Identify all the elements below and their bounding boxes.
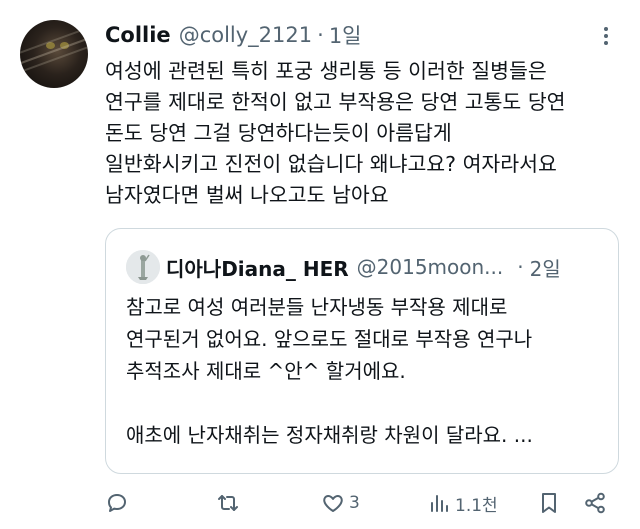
like-button[interactable]: 3 <box>321 488 360 518</box>
views-icon <box>431 495 448 512</box>
avatar[interactable] <box>20 20 88 88</box>
tweet-text-line: 남자였다면 벌써 나오고도 남아요 <box>105 183 389 207</box>
action-bar: 3 1.1천 <box>105 488 620 518</box>
reply-icon <box>108 494 126 512</box>
separator-dot: · <box>517 255 524 279</box>
user-handle[interactable]: @colly_2121 <box>179 23 312 47</box>
quoted-tweet[interactable]: 디아나Diana_ HER @2015moon... · 2일 참고로 여성 여… <box>105 228 619 474</box>
quoted-text-line: 추적조사 제대로 ^안^ 할거에요. <box>126 359 406 383</box>
quoted-text-line: 참고로 여성 여러분들 난자냉동 부작용 제대로 <box>126 295 508 319</box>
display-name[interactable]: Collie <box>105 23 171 47</box>
quoted-user-handle: @2015moon... <box>356 255 504 279</box>
bookmark-button[interactable] <box>537 488 561 518</box>
more-options-icon[interactable] <box>598 24 614 48</box>
quoted-avatar <box>126 250 160 284</box>
tweet-text-line: 일반화시키고 진전이 없습니다 왜냐고요? 여자라서요 <box>105 152 557 176</box>
quoted-text-line: 연구된거 없어요. 앞으로도 절대로 부작용 연구나 <box>126 327 533 351</box>
quoted-header: 디아나Diana_ HER @2015moon... · 2일 <box>166 250 606 284</box>
quoted-display-name: 디아나Diana_ HER <box>166 256 349 281</box>
tweet-text-line: 여성에 관련된 특히 포궁 생리통 등 이러한 질병들은 <box>105 59 547 83</box>
views-count: 1.1천 <box>455 495 498 516</box>
views-button[interactable]: 1.1천 <box>427 488 498 518</box>
heart-icon <box>323 495 343 512</box>
retweet-icon <box>218 495 238 511</box>
tweet-header: Collie @colly_2121 · 1일 <box>105 20 362 50</box>
like-count: 3 <box>349 493 360 513</box>
tweet-text-line: 연구를 제대로 한적이 없고 부작용은 당연 고통도 당연 <box>105 90 566 114</box>
separator-dot: · <box>317 23 324 47</box>
reply-button[interactable] <box>105 488 129 518</box>
timestamp[interactable]: 1일 <box>329 20 362 50</box>
share-button[interactable] <box>583 488 607 518</box>
share-icon <box>585 492 605 514</box>
tweet-text-line: 돈도 당연 그걸 당연하다는듯이 아름답게 <box>105 121 452 145</box>
retweet-button[interactable] <box>215 488 241 518</box>
tweet-text: 여성에 관련된 특히 포궁 생리통 등 이러한 질병들은 연구를 제대로 한적이… <box>105 56 625 211</box>
quoted-timestamp: 2일 <box>529 256 561 281</box>
bookmark-icon <box>542 493 556 513</box>
quoted-text-line <box>126 387 606 419</box>
quoted-text-line: 애초에 난자채취는 정자채취랑 차원이 달라요. ... <box>126 423 533 447</box>
quoted-text: 참고로 여성 여러분들 난자냉동 부작용 제대로 연구된거 없어요. 앞으로도 … <box>126 291 606 451</box>
tweet: Collie @colly_2121 · 1일 여성에 관련된 특히 포궁 생리… <box>0 0 640 529</box>
